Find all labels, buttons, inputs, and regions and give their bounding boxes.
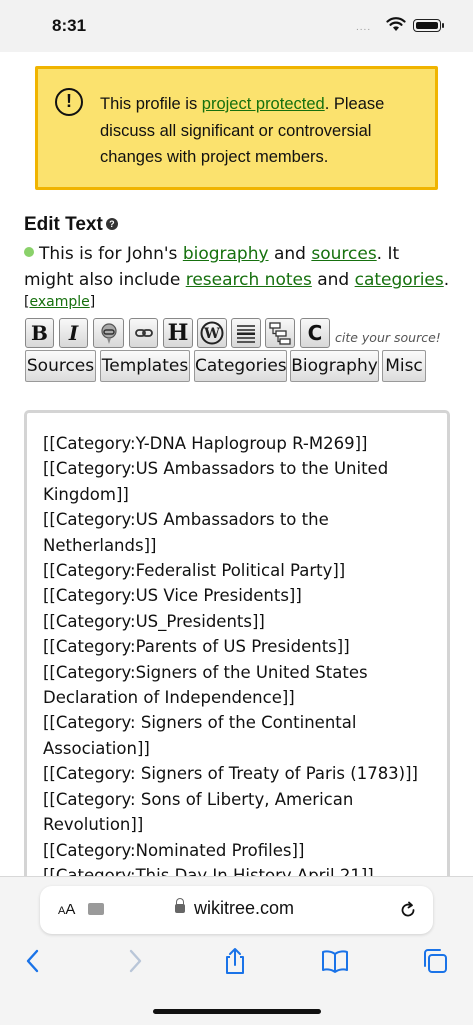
editor-line: [[Category:US Vice Presidents]]: [43, 586, 302, 606]
biography-link[interactable]: biography: [183, 244, 269, 264]
status-bar: 8:31 ....: [0, 0, 473, 52]
protection-notice: ! This profile is project protected. Ple…: [35, 66, 438, 190]
italic-button[interactable]: I: [59, 318, 88, 348]
back-icon[interactable]: [18, 946, 48, 976]
forward-icon[interactable]: [120, 946, 150, 976]
help-icon[interactable]: ?: [105, 217, 118, 230]
notice-text: This profile is project protected. Pleas…: [100, 91, 420, 171]
address-bar[interactable]: AA wikitree.com: [40, 886, 433, 934]
tab-misc[interactable]: Misc: [382, 350, 426, 382]
editor-line: [[Category: Signers of the Continental A…: [43, 713, 357, 758]
wikipedia-button[interactable]: W: [197, 318, 227, 348]
warning-icon: !: [55, 88, 83, 116]
tab-categories[interactable]: Categories: [194, 350, 287, 382]
editor-line: [[Category:Signers of the United States …: [43, 662, 368, 708]
tab-biography[interactable]: Biography: [290, 350, 379, 382]
editor-line: [[Category:Parents of US Presidents]]: [43, 637, 350, 657]
intro-part4: and: [311, 270, 355, 290]
battery-icon: [413, 19, 444, 32]
reload-icon[interactable]: [398, 900, 418, 920]
research-notes-link[interactable]: research notes: [186, 270, 312, 290]
tree-list-icon: [269, 322, 291, 345]
editor-line: [[Category:US Ambassadors to the Netherl…: [43, 510, 329, 555]
wikipedia-icon: W: [200, 321, 224, 345]
editor-line: [[Category:US_Presidents]]: [43, 611, 265, 631]
globe-link-icon: [100, 323, 117, 344]
intro-part5: .: [443, 270, 450, 290]
categories-link[interactable]: categories: [355, 270, 444, 290]
bookmarks-icon[interactable]: [320, 946, 350, 976]
editor-line: [[Category:US Ambassadors to the United …: [43, 459, 389, 504]
horizontal-rule-icon: [237, 325, 255, 343]
external-link-button[interactable]: [93, 318, 124, 348]
tab-templates[interactable]: Templates: [100, 350, 190, 382]
editor-line: [[Category:Nominated Profiles]]: [43, 840, 305, 860]
tabs-icon[interactable]: [420, 946, 450, 976]
share-icon[interactable]: [220, 946, 250, 976]
horizontal-rule-button[interactable]: [231, 318, 261, 348]
sources-link[interactable]: sources: [311, 244, 376, 264]
internal-link-button[interactable]: [129, 318, 158, 348]
citation-button[interactable]: C: [300, 318, 330, 348]
editor-line: [[Category:Federalist Political Party]]: [43, 561, 346, 581]
wifi-icon: [386, 17, 406, 31]
project-protected-link[interactable]: project protected: [202, 95, 325, 113]
editor-line: [[Category: Signers of Treaty of Paris (…: [43, 764, 418, 784]
aa-large: A: [65, 901, 76, 918]
indent-button[interactable]: [265, 318, 295, 348]
edit-text-heading: Edit Text?: [24, 214, 118, 236]
green-dot-icon: [24, 247, 34, 257]
editor-line: [[Category:Y-DNA Haplogroup R-M269]]: [43, 434, 368, 453]
example-link[interactable]: example: [29, 294, 89, 310]
edit-intro-text: This is for John's biography and sources…: [24, 241, 454, 293]
tab-sources[interactable]: Sources: [25, 350, 96, 382]
notice-text-before: This profile is: [100, 95, 202, 113]
status-time: 8:31: [52, 16, 87, 35]
lock-icon: [175, 898, 185, 913]
svg-text:W: W: [203, 326, 220, 342]
intro-part2: and: [268, 244, 312, 264]
example-link-wrapper: [example]: [24, 294, 95, 310]
intro-part1: This is for John's: [39, 244, 183, 264]
home-indicator: [153, 1009, 321, 1014]
url-text: wikitree.com: [194, 898, 295, 918]
editor-content: [[Category:Y-DNA Haplogroup R-M269]] [[C…: [43, 431, 435, 887]
biography-textarea[interactable]: [[Category:Y-DNA Haplogroup R-M269]] [[C…: [24, 410, 450, 890]
bold-button[interactable]: B: [25, 318, 54, 348]
signal-icon: ....: [356, 22, 372, 33]
text-size-button[interactable]: AA: [58, 901, 75, 918]
extensions-icon[interactable]: [88, 903, 104, 915]
edit-text-title: Edit Text: [24, 214, 103, 235]
chain-link-icon: [134, 329, 153, 337]
example-bracket-close: ]: [89, 294, 96, 310]
cite-source-hint: cite your source!: [335, 330, 441, 345]
heading-button[interactable]: H: [163, 318, 193, 348]
editor-line: [[Category: Sons of Liberty, American Re…: [43, 789, 354, 835]
